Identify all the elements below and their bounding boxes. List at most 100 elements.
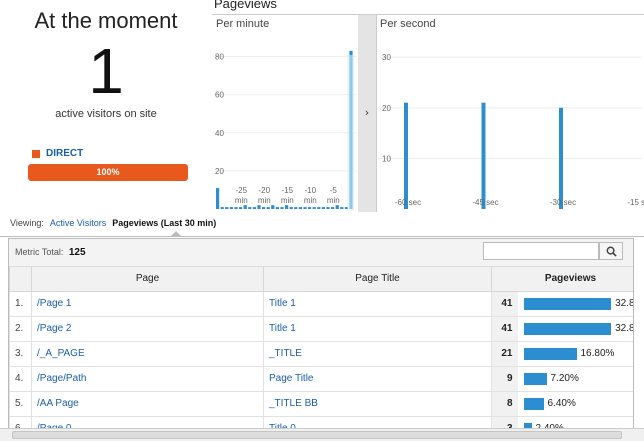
per-minute-x-tick-unit: min	[304, 196, 317, 205]
share-percent: 7.20%	[550, 373, 579, 384]
per-minute-bar	[298, 207, 302, 209]
per-minute-bar	[266, 207, 270, 209]
per-minute-bar	[335, 205, 339, 209]
per-minute-bar	[239, 207, 243, 209]
row-page-link[interactable]: /Page/Path	[31, 365, 264, 392]
search-button[interactable]	[599, 242, 623, 260]
per-second-x-tick: -60 sec	[395, 198, 421, 207]
per-second-x-tick: -30 sec	[550, 198, 576, 207]
per-minute-bar	[285, 205, 289, 209]
row-pageviews: 21	[491, 340, 518, 367]
pageviews-title: Pageviews	[214, 0, 277, 11]
per-minute-bar	[220, 207, 224, 209]
table-row: 1. /Page 1 Title 1 41 32.80%	[9, 290, 634, 317]
row-share: 16.80%	[517, 340, 634, 367]
share-percent: 6.40%	[547, 398, 576, 409]
search-icon	[606, 246, 617, 257]
table-body: 1. /Page 1 Title 1 41 32.80% 2. /Page 2 …	[9, 290, 634, 440]
per-second-bar	[481, 102, 486, 209]
row-pageviews: 8	[491, 390, 518, 417]
header-page-title[interactable]: Page Title	[263, 267, 492, 292]
per-minute-y-tick: 60	[215, 91, 224, 100]
pageviews-table-panel: Metric Total: 125 Page Page Title Pagevi…	[8, 238, 634, 441]
row-pageviews: 41	[491, 290, 518, 317]
share-bar: 16.80%	[523, 347, 634, 360]
metric-total-value: 125	[68, 247, 86, 258]
per-minute-bar	[262, 207, 266, 209]
share-percent: 32.80%	[615, 323, 634, 334]
per-second-bar	[404, 102, 408, 209]
per-minute-bar	[308, 207, 312, 209]
active-visitors-panel: At the moment 1 active visitors on site …	[0, 0, 212, 212]
active-visitors-caption: active visitors on site	[55, 108, 157, 120]
row-page-link[interactable]: /AA Page	[31, 390, 264, 417]
share-bar-fill	[523, 397, 544, 410]
per-minute-x-tick-unit: min	[258, 196, 271, 205]
header-pageviews-label: Pageviews	[544, 273, 597, 285]
per-minute-bar	[326, 207, 330, 209]
pageviews-chart-svg: Per minute20406080-25min-20min-15min-10m…	[212, 15, 644, 212]
per-minute-y-tick: 40	[215, 129, 224, 138]
per-minute-x-tick: -10	[305, 186, 317, 195]
per-minute-bar	[225, 207, 229, 209]
per-second-x-tick: -15 sec	[627, 198, 644, 207]
scrollbar-thumb[interactable]	[12, 431, 622, 439]
per-minute-bar	[234, 207, 238, 209]
active-visitor-count: 1	[88, 35, 124, 107]
row-title-link[interactable]: Page Title	[263, 365, 492, 392]
per-second-x-tick: -45 sec	[472, 198, 498, 207]
per-minute-hover-highlight	[347, 55, 354, 211]
per-minute-bar	[229, 207, 233, 209]
at-the-moment-title: At the moment	[34, 8, 178, 33]
table-row: 4. /Page/Path Page Title 9 7.20%	[9, 365, 633, 392]
header-page[interactable]: Page	[31, 267, 264, 292]
row-title-link[interactable]: Title 1	[263, 315, 492, 342]
per-second-y-tick: 20	[382, 104, 391, 113]
header-index	[9, 267, 32, 292]
traffic-source-percent: 100%	[96, 167, 120, 177]
row-title-link[interactable]: Title 1	[263, 290, 492, 317]
per-second-title: Per second	[380, 18, 436, 30]
per-minute-bar	[312, 207, 316, 209]
header-pageviews[interactable]: Pageviews ↓	[491, 267, 633, 292]
table-row: 5. /AA Page _TITLE BB 8 6.40%	[9, 390, 633, 417]
per-minute-title: Per minute	[216, 18, 269, 30]
per-minute-bar	[275, 207, 279, 209]
per-minute-bar	[294, 207, 298, 209]
share-percent: 32.80%	[615, 298, 634, 309]
share-bar-fill	[523, 322, 612, 335]
per-minute-bar	[252, 207, 256, 209]
viewing-tabs: Viewing: Active Visitors Pageviews (Last…	[10, 218, 216, 228]
row-title-link[interactable]: _TITLE	[263, 340, 492, 367]
horizontal-scrollbar[interactable]	[0, 428, 644, 441]
row-title-link[interactable]: _TITLE BB	[263, 390, 492, 417]
tab-pageviews[interactable]: Pageviews (Last 30 min)	[112, 218, 216, 228]
chevron-right-icon: ›	[365, 106, 369, 119]
share-percent: 16.80%	[580, 348, 615, 359]
per-minute-bar	[216, 188, 220, 209]
row-index: 4.	[9, 365, 32, 392]
per-minute-x-tick: -5	[330, 186, 338, 195]
per-second-y-tick: 10	[382, 154, 391, 163]
per-minute-bar	[317, 207, 321, 209]
per-minute-y-tick: 80	[215, 53, 224, 62]
row-index: 5.	[9, 390, 32, 417]
per-minute-background	[212, 15, 358, 212]
per-minute-x-tick-unit: min	[281, 196, 294, 205]
row-page-link[interactable]: /Page 2	[31, 315, 264, 342]
share-bar: 32.80%	[523, 322, 634, 335]
search-input[interactable]	[483, 242, 599, 260]
per-minute-bar	[303, 207, 307, 209]
row-share: 32.80%	[517, 290, 634, 317]
share-bar-fill	[523, 347, 577, 360]
traffic-source-label: DIRECT	[46, 148, 84, 159]
per-minute-x-tick-unit: min	[327, 196, 340, 205]
per-second-left-border	[376, 15, 377, 212]
per-minute-bar	[271, 205, 275, 209]
share-bar: 32.80%	[523, 297, 634, 310]
per-minute-bar	[289, 207, 293, 209]
row-page-link[interactable]: /Page 1	[31, 290, 264, 317]
tab-active-visitors[interactable]: Active Visitors	[50, 218, 106, 228]
row-page-link[interactable]: /_A_PAGE	[31, 340, 264, 367]
per-minute-x-tick: -20	[259, 186, 271, 195]
